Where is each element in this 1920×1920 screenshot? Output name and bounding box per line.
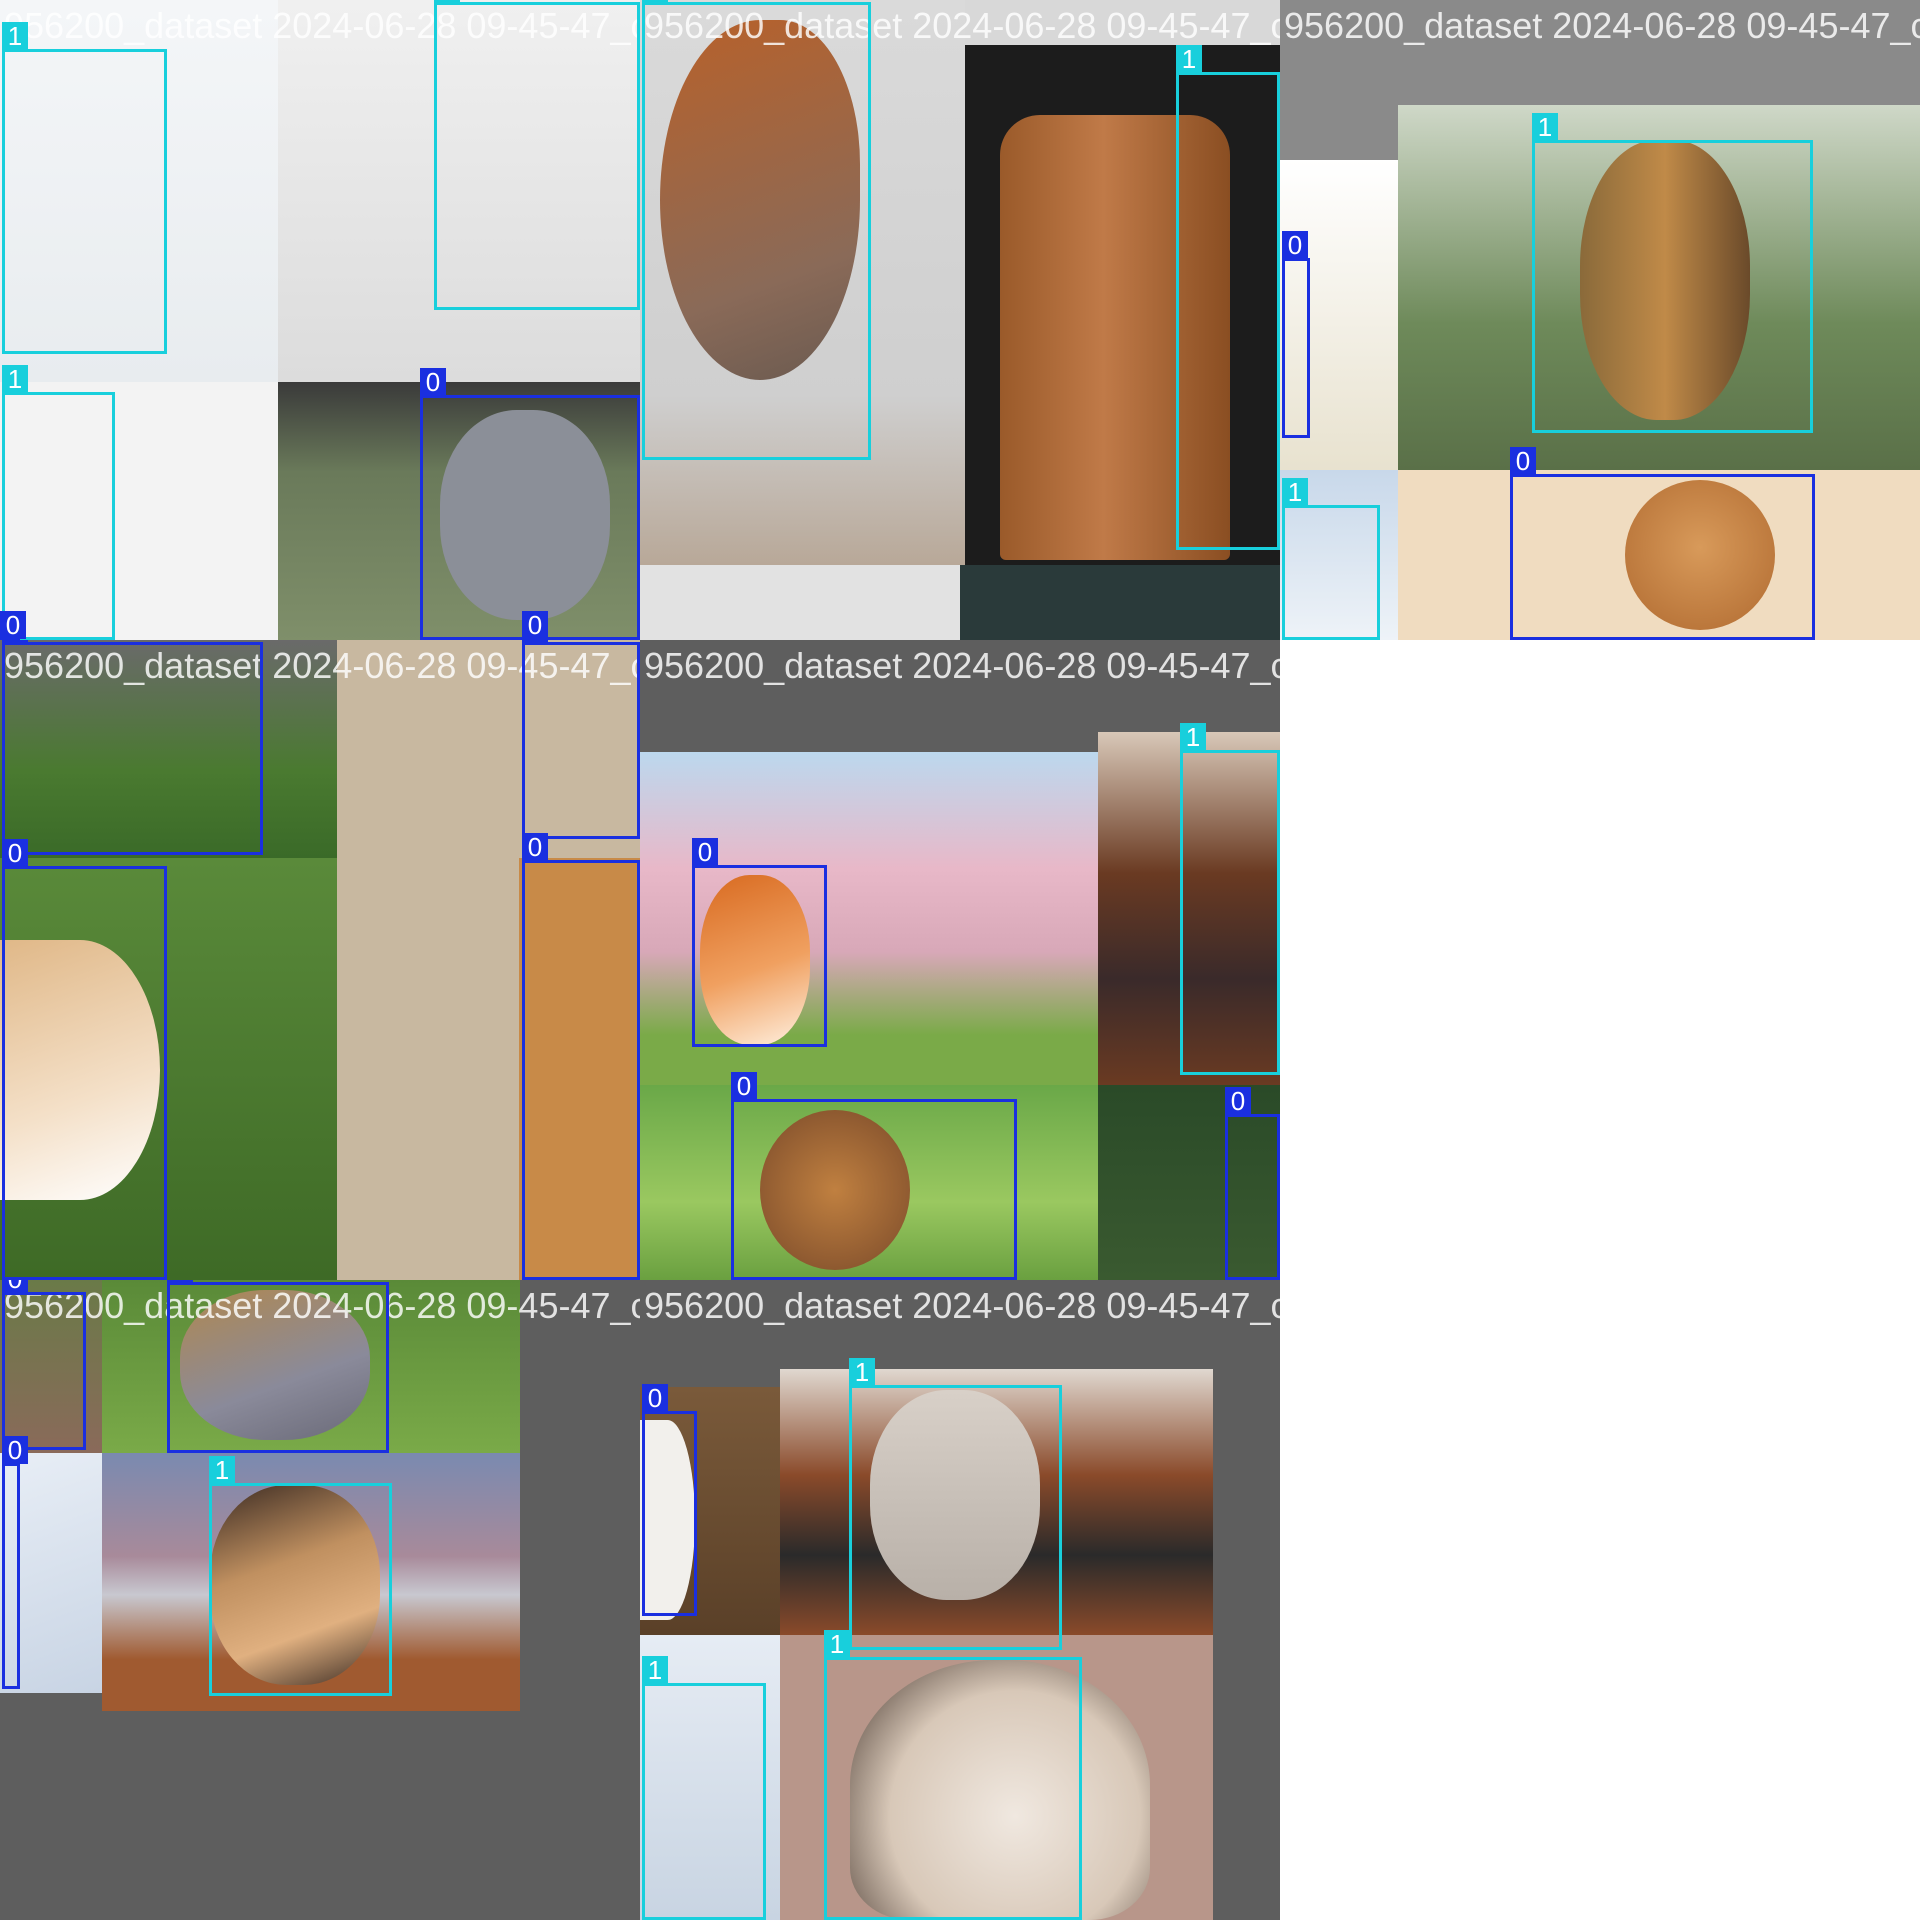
mosaic-tile-1: 956200_dataset 2024-06-28 09-45-47_cho 1… bbox=[0, 0, 640, 640]
cat-box: 1 bbox=[642, 0, 871, 460]
mosaic-tile-7: 956200_dataset 2024-06-28 09-45-47_cho9.… bbox=[640, 1280, 1280, 1920]
dog-box: 0 bbox=[731, 1072, 1017, 1280]
dog-box: 0 bbox=[2, 1436, 28, 1689]
class-label: 1 bbox=[1532, 113, 1558, 141]
class-label: 0 bbox=[731, 1072, 757, 1100]
dog-box: 0 bbox=[1510, 447, 1815, 640]
mosaic-tile-5: 956200_dataset 2024-06-28 09-45-47_cho14… bbox=[640, 640, 1280, 1280]
class-label: 0 bbox=[642, 1384, 668, 1412]
class-label: 0 bbox=[2, 1280, 28, 1293]
dog-box: 0 bbox=[167, 1280, 389, 1453]
class-label: 1 bbox=[1176, 45, 1202, 73]
tile-title: 956200_dataset 2024-06-28 09-45-47_cho9. bbox=[644, 1285, 1280, 1326]
class-label: 1 bbox=[849, 1358, 875, 1386]
dog-box: 0 bbox=[1225, 1087, 1280, 1280]
mosaic-tile-4: 956200_dataset 2024-06-28 09-45-47_cho 0… bbox=[0, 640, 640, 1280]
class-label: 0 bbox=[522, 640, 548, 643]
cat-box: 1 bbox=[1176, 45, 1280, 550]
tile-title: 956200_dataset 2024-06-28 09-45-47_cho bbox=[1284, 5, 1920, 46]
cat-box: 1 bbox=[434, 0, 640, 310]
cat-box: 1 bbox=[2, 22, 167, 354]
dog-box: 0 bbox=[522, 640, 640, 839]
class-label: 0 bbox=[1282, 231, 1308, 259]
dog-box: 0 bbox=[692, 838, 827, 1047]
cat-box: 1 bbox=[1532, 113, 1813, 433]
class-label: 0 bbox=[692, 838, 718, 866]
class-label: 0 bbox=[2, 1436, 28, 1464]
class-label: 1 bbox=[1282, 478, 1308, 506]
cat-box: 1 bbox=[824, 1630, 1082, 1920]
bottom-strip-photo bbox=[640, 565, 1280, 640]
class-label: 1 bbox=[434, 0, 460, 3]
cat-box: 1 bbox=[1180, 723, 1280, 1075]
mosaic-tile-3: 956200_dataset 2024-06-28 09-45-47_cho 0… bbox=[1280, 0, 1920, 640]
class-label: 1 bbox=[642, 1656, 668, 1684]
cat-box: 1 bbox=[642, 1656, 766, 1920]
class-label: 0 bbox=[522, 833, 548, 861]
class-label: 1 bbox=[2, 365, 28, 393]
cat-box: 1 bbox=[849, 1358, 1062, 1650]
dog-box: 0 bbox=[2, 1280, 86, 1450]
class-label: 0 bbox=[1225, 1087, 1251, 1115]
class-label: 0 bbox=[420, 368, 446, 396]
class-label: 0 bbox=[522, 611, 548, 639]
mosaic-tile-6: 956200_dataset 2024-06-28 09-45-47_cho 0… bbox=[0, 1280, 640, 1920]
class-label: 0 bbox=[167, 1280, 193, 1283]
cat-box: 1 bbox=[2, 365, 115, 640]
dog-box: 0 bbox=[2, 640, 263, 855]
dog-box: 0 bbox=[522, 833, 640, 1280]
dog-box: 0 bbox=[420, 368, 640, 640]
class-label: 1 bbox=[642, 0, 668, 3]
mosaic-tile-2: 956200_dataset 2024-06-28 09-45-47_cho 1… bbox=[640, 0, 1280, 640]
class-label: 0 bbox=[0, 611, 26, 639]
class-label: 1 bbox=[209, 1456, 235, 1484]
class-label: 0 bbox=[1510, 447, 1536, 475]
tile-title: 956200_dataset 2024-06-28 09-45-47_cho14 bbox=[644, 645, 1280, 686]
dog-box: 0 bbox=[642, 1384, 697, 1616]
cat-box: 1 bbox=[209, 1456, 392, 1696]
class-label: 0 bbox=[2, 640, 28, 643]
dog-box: 0 bbox=[1282, 231, 1310, 438]
class-label: 1 bbox=[1180, 723, 1206, 751]
class-label: 0 bbox=[2, 839, 28, 867]
class-label: 1 bbox=[824, 1630, 850, 1658]
class-label: 1 bbox=[2, 22, 28, 50]
cat-box: 1 bbox=[1282, 478, 1380, 640]
dog-box: 0 bbox=[2, 839, 167, 1280]
